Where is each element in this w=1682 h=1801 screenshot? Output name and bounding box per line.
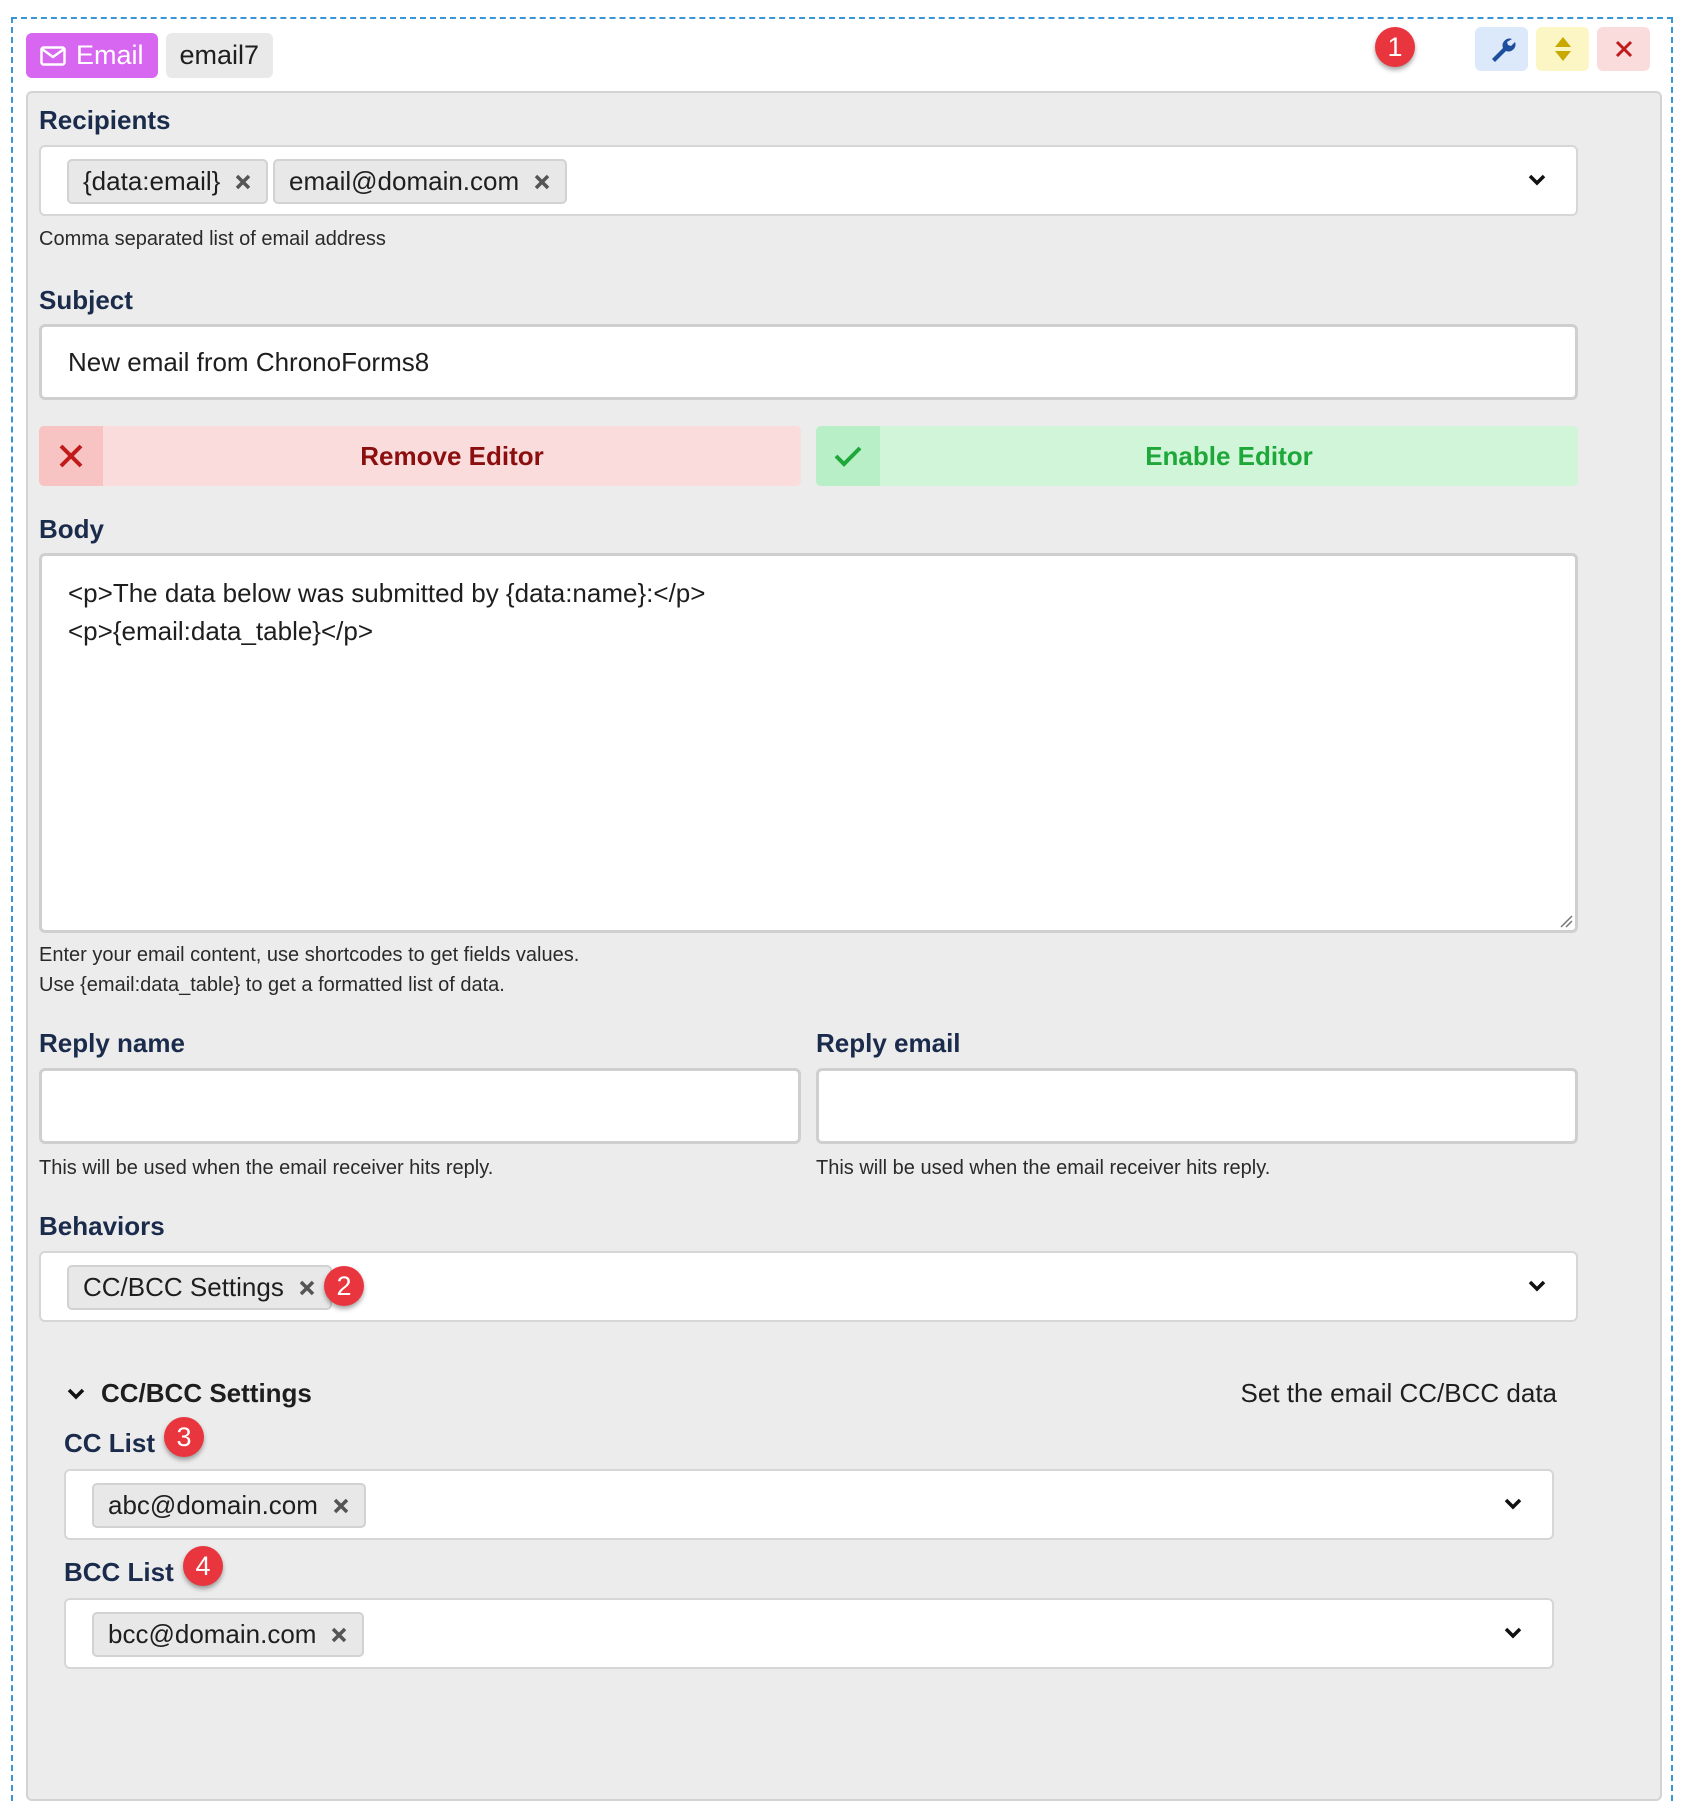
cc-list-select[interactable]: abc@domain.com (64, 1469, 1554, 1540)
body-line: <p>The data below was submitted by {data… (68, 578, 706, 608)
enable-editor-button[interactable]: Enable Editor (816, 426, 1578, 486)
chip-label: email@domain.com (289, 166, 520, 196)
callout-badge-1: 1 (1375, 27, 1415, 67)
resize-handle-icon[interactable] (1559, 914, 1573, 928)
chevron-down-icon[interactable] (1528, 1279, 1546, 1293)
bcc-list-select[interactable]: bcc@domain.com (64, 1598, 1554, 1669)
chip-label: abc@domain.com (108, 1490, 318, 1520)
body-hint-2: Use {email:data_table} to get a formatte… (39, 974, 505, 996)
bcc-chip: bcc@domain.com (92, 1612, 365, 1657)
subject-label: Subject (39, 285, 133, 315)
settings-button[interactable] (1475, 27, 1528, 71)
reply-email-label: Reply email (816, 1028, 961, 1058)
chevron-down-icon[interactable] (1504, 1497, 1522, 1511)
chip-label: CC/BCC Settings (83, 1272, 284, 1302)
remove-chip-icon[interactable] (533, 173, 551, 191)
ccbcc-section-title[interactable]: CC/BCC Settings (101, 1378, 312, 1409)
chip-label: {data:email} (83, 166, 221, 196)
remove-chip-icon[interactable] (330, 1626, 348, 1644)
chevron-down-icon[interactable] (1528, 173, 1546, 187)
body-hint-1: Enter your email content, use shortcodes… (39, 944, 580, 966)
reply-name-input[interactable] (39, 1068, 801, 1144)
chip-label: bcc@domain.com (108, 1619, 317, 1649)
recipients-label: Recipients (39, 105, 171, 135)
recipients-hint: Comma separated list of email address (39, 228, 386, 250)
reply-name-label: Reply name (39, 1028, 185, 1058)
email-type-tag: Email (26, 33, 158, 78)
close-icon (59, 444, 83, 468)
body-label: Body (39, 514, 104, 544)
recipients-select[interactable]: {data:email} email@domain.com (39, 145, 1578, 216)
remove-editor-label: Remove Editor (360, 440, 544, 471)
body-textarea[interactable]: <p>The data below was submitted by {data… (39, 553, 1578, 933)
body-line: <p>{email:data_table}</p> (68, 616, 374, 646)
enable-editor-icon-wrap (816, 426, 880, 486)
remove-editor-icon-wrap (39, 426, 103, 486)
remove-chip-icon[interactable] (332, 1497, 350, 1515)
reply-email-input[interactable] (816, 1068, 1578, 1144)
cc-chip: abc@domain.com (92, 1483, 366, 1528)
email-type-label: Email (76, 40, 144, 70)
callout-badge-2: 2 (324, 1266, 364, 1306)
recipient-chip: {data:email} (67, 159, 269, 204)
subject-input[interactable]: New email from ChronoForms8 (39, 324, 1578, 400)
remove-chip-icon[interactable] (234, 173, 252, 191)
behavior-chip: CC/BCC Settings (67, 1265, 332, 1310)
callout-badge-4: 4 (183, 1546, 223, 1586)
close-icon (1615, 40, 1632, 58)
ccbcc-section-description: Set the email CC/BCC data (1240, 1378, 1557, 1408)
chevron-down-icon[interactable] (1504, 1626, 1522, 1640)
delete-button[interactable] (1597, 27, 1650, 71)
reply-email-hint: This will be used when the email receive… (816, 1157, 1271, 1179)
recipient-chip: email@domain.com (273, 159, 568, 204)
sort-button[interactable] (1536, 27, 1589, 71)
collapse-chevron-icon[interactable] (67, 1387, 85, 1401)
wrench-icon (1491, 38, 1515, 62)
reply-name-hint: This will be used when the email receive… (39, 1157, 494, 1179)
sort-icon (1554, 37, 1571, 61)
action-toolbar (1475, 27, 1650, 71)
enable-editor-label: Enable Editor (1145, 440, 1313, 471)
bcc-list-label: BCC List (64, 1557, 174, 1587)
action-header: Email email7 (26, 33, 274, 78)
behaviors-select[interactable]: CC/BCC Settings (39, 1251, 1578, 1322)
envelope-icon (40, 45, 66, 66)
action-name-tag[interactable]: email7 (165, 33, 274, 78)
callout-badge-3: 3 (164, 1417, 204, 1457)
behaviors-label: Behaviors (39, 1211, 165, 1241)
cc-list-label: CC List (64, 1428, 155, 1458)
check-icon (834, 446, 862, 467)
remove-chip-icon[interactable] (298, 1279, 316, 1297)
remove-editor-button[interactable]: Remove Editor (39, 426, 801, 486)
